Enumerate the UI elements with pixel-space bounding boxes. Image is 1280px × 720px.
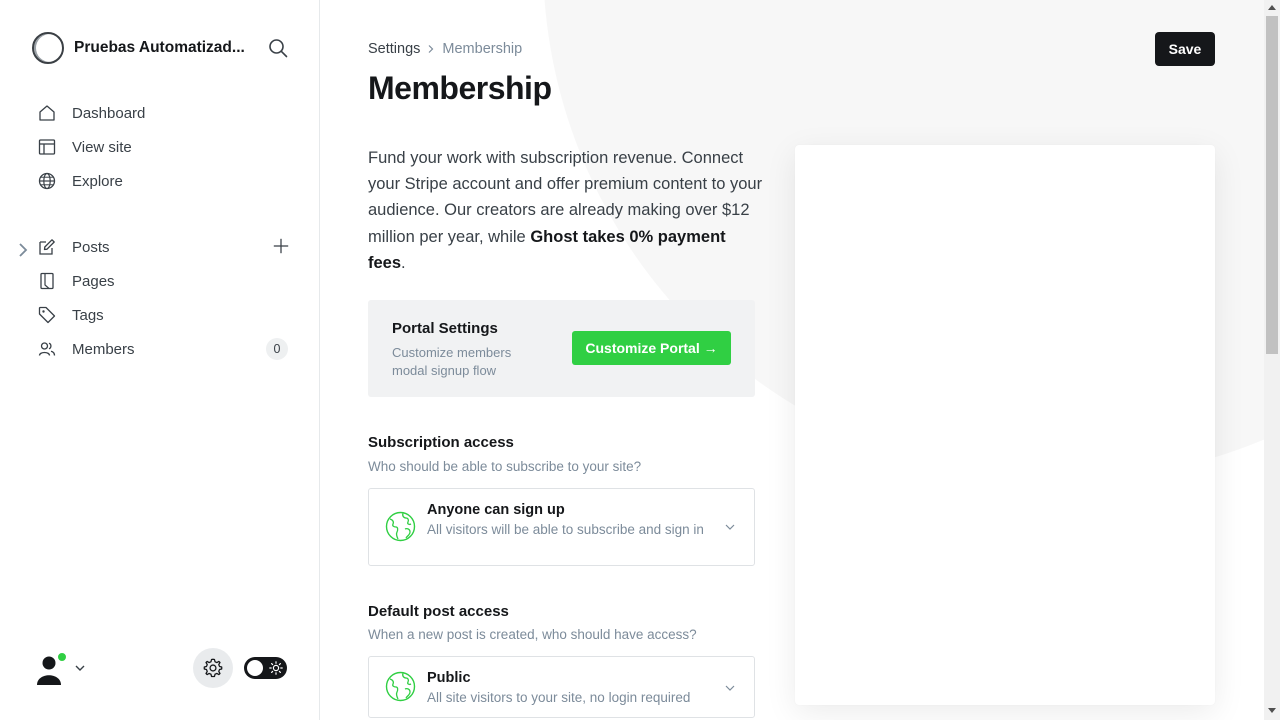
intro-text-end: . (401, 253, 406, 272)
nav-label-tags: Tags (72, 306, 104, 324)
chevron-right-icon (428, 45, 434, 53)
nav-item-posts[interactable]: Posts (19, 230, 292, 264)
sun-icon (269, 661, 283, 675)
settings-button[interactable] (193, 648, 233, 688)
portal-preview-panel (795, 145, 1215, 705)
membership-intro: Fund your work with subscription revenue… (368, 145, 763, 276)
subscription-access-description: Who should be able to subscribe to your … (368, 459, 642, 474)
customize-portal-button[interactable]: Customize Portal → (572, 331, 731, 365)
globe-icon (385, 511, 416, 542)
online-status-dot (57, 652, 67, 662)
toggle-knob (247, 660, 263, 676)
chevron-down-icon (725, 685, 735, 691)
members-count-badge: 0 (266, 338, 288, 360)
scroll-up-arrow-icon[interactable] (1268, 4, 1276, 10)
scrollbar-thumb[interactable] (1266, 16, 1278, 354)
subscription-access-title: Subscription access (368, 434, 514, 451)
sidebar: Pruebas Automatizad... Dashboard View si (0, 0, 320, 720)
nav-label-posts: Posts (72, 238, 110, 256)
content-nav: Posts Pages Tags Members 0 (19, 230, 292, 366)
main-content: Settings Membership Membership Save Fund… (320, 0, 1264, 720)
globe-icon (385, 671, 416, 702)
default-post-access-description: When a new post is created, who should h… (368, 627, 697, 642)
primary-nav: Dashboard View site Explore (32, 96, 292, 198)
nav-label-dashboard: Dashboard (72, 104, 146, 122)
portal-settings-description: Customize members modal signup flow (392, 345, 512, 378)
breadcrumb-current: Membership (442, 41, 523, 57)
scrollbar[interactable] (1264, 0, 1280, 720)
add-post-icon[interactable] (272, 237, 290, 255)
nav-label-view-site: View site (72, 138, 132, 156)
save-button[interactable]: Save (1155, 32, 1215, 66)
pen-icon (39, 239, 55, 255)
default-post-access-value: Public (427, 670, 471, 686)
home-icon (39, 105, 55, 121)
site-name: Pruebas Automatizad... (74, 39, 245, 56)
theme-toggle[interactable] (244, 657, 287, 679)
nav-item-tags[interactable]: Tags (32, 298, 292, 332)
tag-icon (38, 306, 56, 324)
nav-item-view-site[interactable]: View site (32, 130, 292, 164)
chevron-down-icon (725, 524, 735, 530)
site-logo (32, 32, 64, 64)
user-menu[interactable] (32, 648, 92, 688)
nav-item-explore[interactable]: Explore (32, 164, 292, 198)
portal-settings-card: Portal Settings Customize members modal … (368, 300, 755, 397)
nav-label-pages: Pages (72, 272, 115, 290)
breadcrumb-settings-link[interactable]: Settings (368, 41, 420, 57)
portal-settings-title: Portal Settings (392, 320, 498, 337)
search-icon[interactable] (268, 38, 288, 58)
nav-label-explore: Explore (72, 172, 123, 190)
layout-icon (38, 139, 56, 155)
nav-label-members: Members (72, 340, 135, 358)
app: Pruebas Automatizad... Dashboard View si (0, 0, 1280, 720)
subscription-access-select[interactable]: Anyone can sign up All visitors will be … (368, 488, 755, 566)
default-post-access-value-description: All site visitors to your site, no login… (427, 690, 691, 705)
subscription-access-value-description: All visitors will be able to subscribe a… (427, 522, 704, 537)
nav-item-pages[interactable]: Pages (32, 264, 292, 298)
nav-item-dashboard[interactable]: Dashboard (32, 96, 292, 130)
page-icon (40, 272, 54, 290)
page-title: Membership (368, 70, 552, 106)
chevron-down-icon (75, 665, 85, 671)
site-brand[interactable]: Pruebas Automatizad... (32, 32, 292, 64)
subscription-access-value: Anyone can sign up (427, 502, 565, 518)
scroll-down-arrow-icon[interactable] (1268, 708, 1276, 714)
gear-icon (203, 658, 223, 678)
members-icon (38, 342, 56, 356)
default-post-access-select[interactable]: Public All site visitors to your site, n… (368, 656, 755, 718)
default-post-access-title: Default post access (368, 603, 509, 620)
globe-icon (38, 172, 56, 190)
chevron-right-icon[interactable] (14, 241, 32, 259)
nav-item-members[interactable]: Members 0 (32, 332, 292, 366)
breadcrumb: Settings Membership (368, 41, 522, 57)
